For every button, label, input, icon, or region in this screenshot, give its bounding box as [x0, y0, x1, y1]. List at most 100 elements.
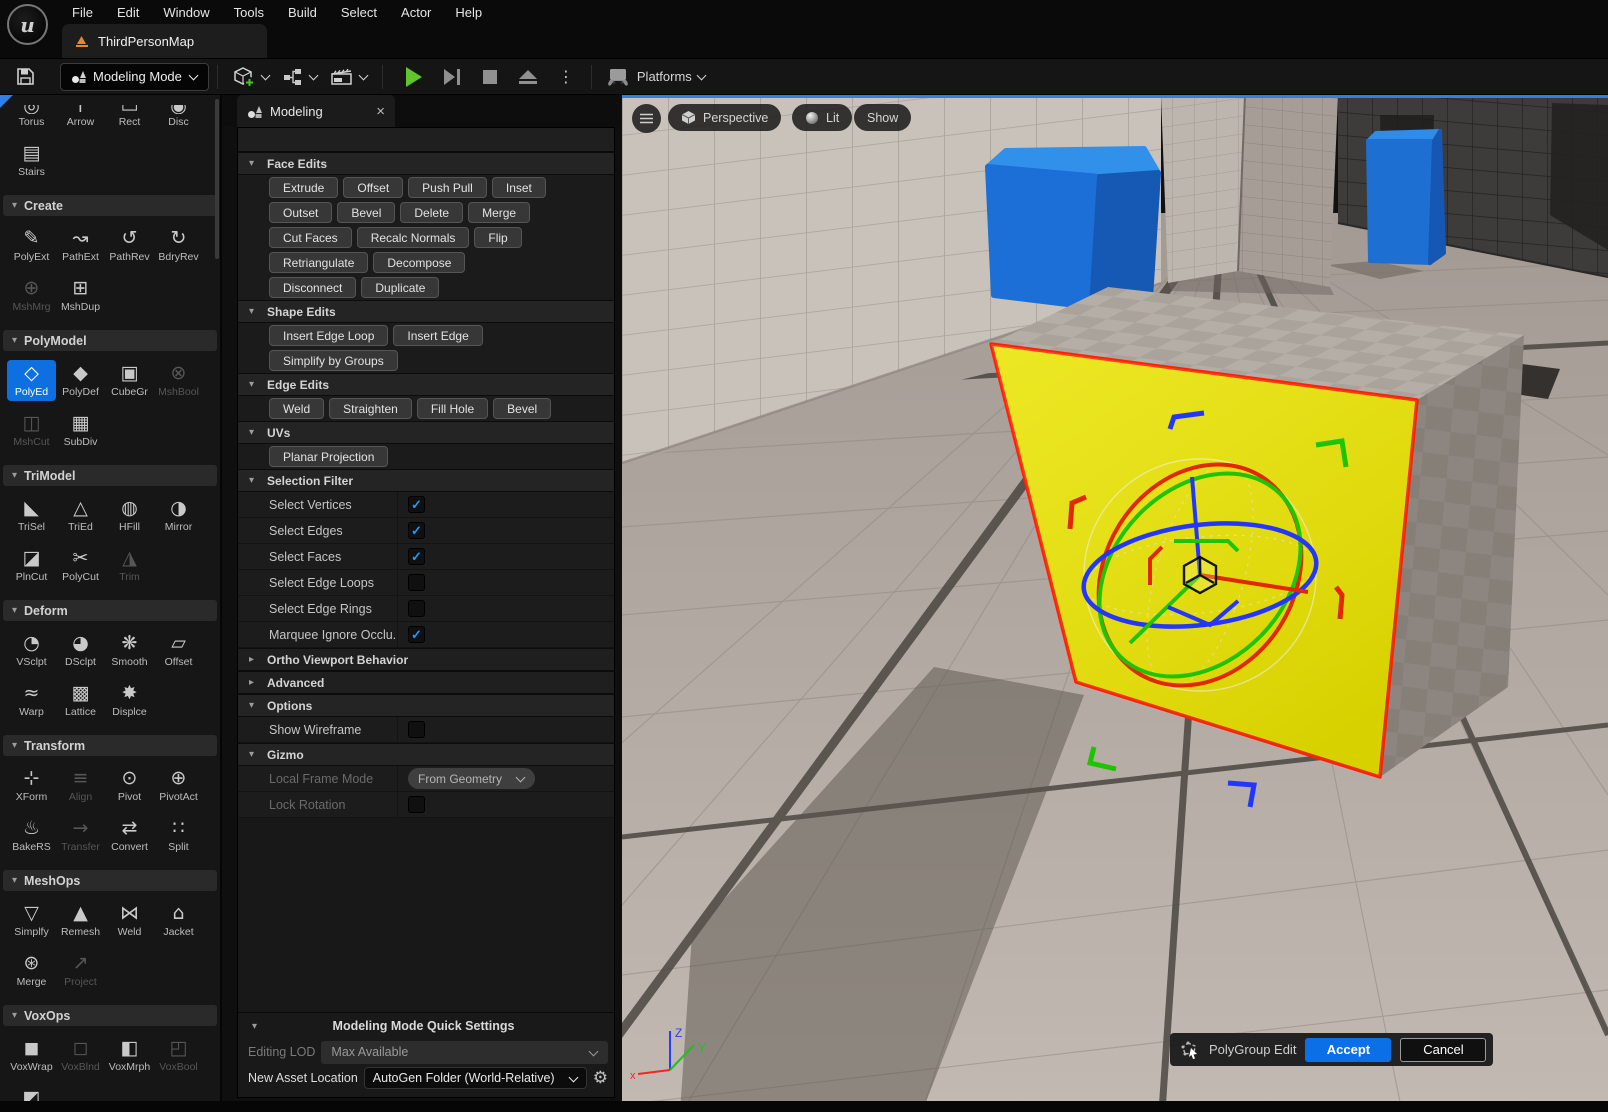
checkbox-show-wireframe[interactable]: [408, 721, 425, 738]
palette-item-mshdup[interactable]: ⊞MshDup: [56, 275, 105, 316]
palette-item-tried[interactable]: △TriEd: [56, 495, 105, 536]
button-bevel[interactable]: Bevel: [493, 398, 551, 419]
section-advanced[interactable]: ▸Advanced: [238, 671, 614, 694]
section-shape-edits[interactable]: ▾Shape Edits: [238, 300, 614, 323]
menu-edit[interactable]: Edit: [105, 0, 151, 24]
tab-modeling[interactable]: Modeling ×: [237, 95, 395, 127]
button-decompose[interactable]: Decompose: [373, 252, 465, 273]
section-selection-filter[interactable]: ▾Selection Filter: [238, 469, 614, 492]
section-ortho-viewport-behavior[interactable]: ▸Ortho Viewport Behavior: [238, 648, 614, 671]
palette-item-polycut[interactable]: ✂PolyCut: [56, 545, 105, 586]
palette-item-pathext[interactable]: ↝PathExt: [56, 225, 105, 266]
level-tab[interactable]: ThirdPersonMap: [62, 24, 267, 58]
button-planar-projection[interactable]: Planar Projection: [269, 446, 388, 467]
button-inset[interactable]: Inset: [492, 177, 546, 198]
palette-item-displce[interactable]: ✸Displce: [105, 680, 154, 721]
palette-item-xform[interactable]: ⊹XForm: [7, 765, 56, 806]
button-merge[interactable]: Merge: [468, 202, 530, 223]
section-face-edits[interactable]: ▾Face Edits: [238, 152, 614, 175]
play-button[interactable]: [397, 62, 431, 92]
play-options-button[interactable]: ⋮: [549, 62, 583, 92]
palette-section-transform[interactable]: ▾Transform: [3, 735, 217, 756]
checkbox-select-vertices[interactable]: ✓: [408, 496, 425, 513]
checkbox-marquee-ignore-occlu[interactable]: ✓: [408, 626, 425, 643]
palette-item-pivot[interactable]: ⊙Pivot: [105, 765, 154, 806]
menu-window[interactable]: Window: [151, 0, 221, 24]
editor-mode-selector[interactable]: Modeling Mode: [60, 63, 209, 91]
button-bevel[interactable]: Bevel: [337, 202, 395, 223]
palette-section-meshops[interactable]: ▾MeshOps: [3, 870, 217, 891]
menu-select[interactable]: Select: [329, 0, 389, 24]
palette-item-voxmrph[interactable]: ◧VoxMrph: [105, 1035, 154, 1076]
menu-build[interactable]: Build: [276, 0, 329, 24]
palette-item-pivotact[interactable]: ⊕PivotAct: [154, 765, 203, 806]
cancel-button[interactable]: Cancel: [1400, 1038, 1486, 1062]
blueprints-button[interactable]: [276, 62, 324, 92]
add-actor-button[interactable]: [226, 62, 276, 92]
palette-item-vsclpt[interactable]: ◔VSclpt: [7, 630, 56, 671]
palette-item-merge[interactable]: ⊛Merge: [7, 950, 56, 991]
unreal-logo-icon[interactable]: u: [7, 4, 48, 45]
menu-file[interactable]: File: [60, 0, 105, 24]
checkbox-select-edge-loops[interactable]: [408, 574, 425, 591]
palette-item-lattice[interactable]: ▩Lattice: [56, 680, 105, 721]
button-insert-edge-loop[interactable]: Insert Edge Loop: [269, 325, 388, 346]
gizmo-center-cube-icon[interactable]: [1184, 557, 1216, 593]
palette-item-trisel[interactable]: ◣TriSel: [7, 495, 56, 536]
section-uvs[interactable]: ▾UVs: [238, 421, 614, 444]
section-options[interactable]: ▾Options: [238, 694, 614, 717]
palette-section-deform[interactable]: ▾Deform: [3, 600, 217, 621]
close-icon[interactable]: ×: [376, 103, 385, 120]
palette-item-torus[interactable]: ◎Torus: [7, 102, 56, 131]
new-asset-location-dropdown[interactable]: AutoGen Folder (World-Relative): [364, 1067, 587, 1089]
button-duplicate[interactable]: Duplicate: [361, 277, 439, 298]
palette-scrollbar[interactable]: [215, 99, 219, 259]
palette-item-bdryrev[interactable]: ↻BdryRev: [154, 225, 203, 266]
palette-item-polyext[interactable]: ✎PolyExt: [7, 225, 56, 266]
cinematics-button[interactable]: [324, 62, 374, 92]
palette-item-jacket[interactable]: ⌂Jacket: [154, 900, 203, 941]
palette-item-polyed[interactable]: ◇PolyEd: [7, 360, 56, 401]
stop-button[interactable]: [473, 62, 507, 92]
gear-icon[interactable]: ⚙: [593, 1068, 608, 1088]
blue-cube-left[interactable]: [988, 149, 1158, 307]
palette-section-trimodel[interactable]: ▾TriModel: [3, 465, 217, 486]
platforms-button[interactable]: Platforms: [600, 62, 712, 92]
palette-section-voxops[interactable]: ▾VoxOps: [3, 1005, 217, 1026]
palette-item-voxwrap[interactable]: ◼VoxWrap: [7, 1035, 56, 1076]
palette-item-subdiv[interactable]: ▦SubDiv: [56, 410, 105, 451]
palette-item-warp[interactable]: ≈Warp: [7, 680, 56, 721]
view-mode-selector[interactable]: Lit: [792, 104, 852, 131]
skip-frame-button[interactable]: [435, 62, 469, 92]
perspective-selector[interactable]: Perspective: [668, 104, 781, 131]
button-weld[interactable]: Weld: [269, 398, 324, 419]
button-cut-faces[interactable]: Cut Faces: [269, 227, 352, 248]
palette-item-arrow[interactable]: ↑Arrow: [56, 102, 105, 131]
palette-section-create[interactable]: ▾Create: [3, 195, 217, 216]
palette-item-simplfy[interactable]: ▽Simplfy: [7, 900, 56, 941]
section-gizmo[interactable]: ▾Gizmo: [238, 743, 614, 766]
checkbox-select-edge-rings[interactable]: [408, 600, 425, 617]
save-button[interactable]: [8, 62, 42, 92]
button-extrude[interactable]: Extrude: [269, 177, 338, 198]
button-simplify-by-groups[interactable]: Simplify by Groups: [269, 350, 398, 371]
button-push-pull[interactable]: Push Pull: [408, 177, 487, 198]
palette-item-cubegr[interactable]: ▣CubeGr: [105, 360, 154, 401]
accept-button[interactable]: Accept: [1305, 1038, 1391, 1062]
button-fill-hole[interactable]: Fill Hole: [417, 398, 488, 419]
button-offset[interactable]: Offset: [343, 177, 403, 198]
palette-item-pathrev[interactable]: ↺PathRev: [105, 225, 154, 266]
button-disconnect[interactable]: Disconnect: [269, 277, 356, 298]
button-flip[interactable]: Flip: [474, 227, 521, 248]
button-insert-edge[interactable]: Insert Edge: [393, 325, 482, 346]
menu-help[interactable]: Help: [443, 0, 494, 24]
eject-button[interactable]: [511, 62, 545, 92]
blue-cube-right[interactable]: [1368, 131, 1444, 263]
palette-section-polymodel[interactable]: ▾PolyModel: [3, 330, 217, 351]
palette-item-offset[interactable]: ▱Offset: [154, 630, 203, 671]
palette-item-hfill[interactable]: ◍HFill: [105, 495, 154, 536]
viewport[interactable]: x Z Y Pers: [622, 95, 1608, 1112]
palette-item-rect[interactable]: ▭Rect: [105, 102, 154, 131]
menu-tools[interactable]: Tools: [222, 0, 276, 24]
palette-item-remesh[interactable]: ▲Remesh: [56, 900, 105, 941]
